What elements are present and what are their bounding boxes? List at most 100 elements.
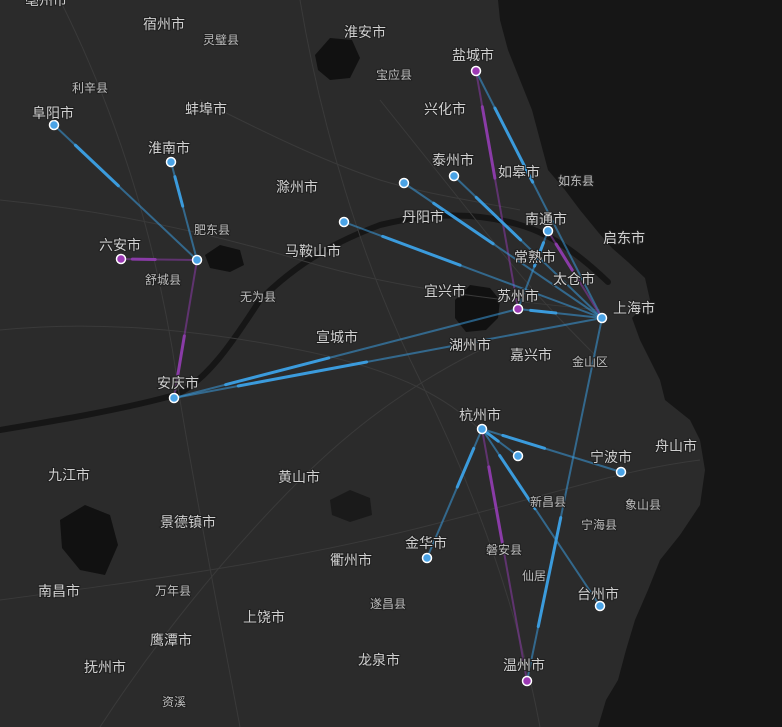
place-label-qidong: 启东市	[603, 230, 645, 247]
place-label-wenzhou: 温州市	[503, 657, 545, 674]
place-label-suzhou_ah: 宿州市	[143, 16, 185, 33]
place-yancheng: 盐城市	[451, 46, 495, 65]
place-suzhou_ah: 宿州市	[142, 15, 186, 34]
place-bozhou: 亳州市	[24, 0, 68, 10]
place-jiujiang: 九江市	[47, 466, 91, 485]
node-hefei[interactable]	[191, 254, 203, 266]
place-wannian: 万年县	[154, 583, 192, 599]
node-yancheng[interactable]	[470, 65, 482, 77]
place-jingdezhen: 景德镇市	[159, 513, 217, 532]
place-label-feidong: 肥东县	[194, 223, 230, 237]
place-label-zhoushan: 舟山市	[655, 438, 697, 455]
place-label-maanshan: 马鞍山市	[285, 243, 341, 260]
place-xuancheng: 宣城市	[315, 328, 359, 347]
place-label-rugao: 如皋市	[498, 164, 540, 181]
node-nanjing[interactable]	[338, 216, 350, 228]
place-label-nantong: 南通市	[525, 211, 567, 228]
node-suzhou[interactable]	[512, 303, 524, 315]
place-label-xianju: 仙居	[522, 569, 546, 583]
place-hangzhou: 杭州市	[458, 406, 502, 425]
place-label-xinghua: 兴化市	[424, 101, 466, 118]
place-taicang: 太仓市	[552, 270, 596, 289]
place-label-jiaxing: 嘉兴市	[510, 347, 552, 364]
node-jinhua[interactable]	[421, 552, 433, 564]
node-taizhou[interactable]	[448, 170, 460, 182]
place-label-jinhua: 金华市	[405, 535, 447, 552]
place-shangrao: 上饶市	[242, 608, 286, 627]
place-label-yingtan: 鹰潭市	[150, 632, 192, 649]
place-label-shangrao: 上饶市	[243, 609, 285, 626]
place-label-longquan: 龙泉市	[358, 652, 400, 669]
place-label-ningbo: 宁波市	[590, 449, 632, 466]
place-yingtan: 鹰潭市	[149, 631, 193, 650]
place-label-huaian: 淮安市	[344, 24, 386, 41]
node-huainan[interactable]	[165, 156, 177, 168]
place-baoying: 宝应县	[375, 66, 413, 83]
place-label-taicang: 太仓市	[553, 271, 595, 288]
place-fuzhou_jx: 抚州市	[83, 658, 127, 677]
place-label-bozhou: 亳州市	[25, 0, 67, 9]
place-rugao: 如皋市	[497, 163, 541, 182]
place-quzhou: 衢州市	[329, 551, 373, 570]
place-feidong: 肥东县	[193, 222, 231, 238]
place-yixing: 宜兴市	[423, 282, 467, 301]
node-wenzhou[interactable]	[521, 675, 533, 687]
place-label-shucheng: 舒城县	[145, 273, 181, 287]
place-label-huzhou: 湖州市	[449, 337, 491, 354]
place-ningbo: 宁波市	[589, 448, 633, 467]
place-label-danyang: 丹阳市	[402, 209, 444, 226]
place-lixin: 利辛县	[71, 80, 109, 96]
place-xinghua: 兴化市	[423, 100, 467, 119]
place-label-jinshan: 金山区	[572, 354, 608, 369]
place-label-fuzhou_jx: 抚州市	[84, 659, 126, 676]
place-anqing: 安庆市	[156, 374, 200, 393]
place-maanshan: 马鞍山市	[284, 242, 342, 261]
place-label-yancheng: 盐城市	[452, 47, 494, 64]
place-jinshan: 金山区	[571, 353, 609, 370]
map-canvas[interactable]: 亳州市宿州市灵璧县 淮安市盐城市宝应县利辛县阜阳市 蚌埠市 兴化市淮南市泰州市如皋市如…	[0, 0, 782, 727]
basemap	[0, 0, 782, 727]
place-label-taizhou_zj: 台州市	[577, 586, 619, 603]
place-label-ninghai: 宁海县	[581, 517, 617, 532]
place-taizhou_zj: 台州市	[576, 585, 620, 604]
node-anqing[interactable]	[168, 392, 180, 404]
place-huainan: 淮南市	[147, 139, 191, 158]
place-fuyang: 阜阳市	[31, 104, 75, 123]
place-bengbu: 蚌埠市	[184, 100, 228, 119]
place-xianju: 仙居	[521, 568, 547, 584]
place-jinhua: 金华市	[404, 534, 448, 553]
place-wenzhou: 温州市	[502, 656, 546, 675]
place-label-lingbi: 灵璧县	[203, 32, 239, 47]
place-taizhou_js: 泰州市	[431, 151, 475, 170]
place-label-chuzhou: 滁州市	[276, 179, 318, 196]
place-label-nanchang: 南昌市	[38, 583, 80, 600]
place-zhoushan: 舟山市	[654, 437, 698, 456]
place-lingbi: 灵璧县	[202, 31, 240, 48]
node-hangzhou[interactable]	[476, 423, 488, 435]
place-suzhou_js: 苏州市	[496, 287, 540, 306]
place-nanchang: 南昌市	[37, 582, 81, 601]
place-wuwei: 无为县	[239, 289, 277, 305]
place-jiaxing: 嘉兴市	[509, 346, 553, 365]
node-luan[interactable]	[115, 253, 127, 265]
node-ningbo[interactable]	[615, 466, 627, 478]
place-label-changshu: 常熟市	[514, 249, 556, 266]
map-view[interactable]: 亳州市 宿州市 灵璧县 淮安市 盐城市 宝应县 利辛县 阜阳市 蚌埠市 兴化市 淮南市 泰州市 如皋市如…	[0, 0, 782, 727]
place-label-bengbu: 蚌埠市	[185, 101, 227, 118]
place-panan: 磐安县	[485, 541, 523, 558]
place-luan: 六安市	[98, 236, 142, 255]
place-label-panan: 磐安县	[486, 542, 522, 557]
node-yangzhou[interactable]	[398, 177, 410, 189]
node-shaoxing[interactable]	[512, 450, 524, 462]
place-label-quzhou: 衢州市	[330, 552, 372, 569]
place-label-wuwei: 无为县	[240, 290, 276, 304]
place-label-suzhou_js: 苏州市	[497, 288, 539, 305]
place-chuzhou: 滁州市	[275, 178, 319, 197]
place-label-jiujiang: 九江市	[48, 467, 90, 484]
place-label-yixing: 宜兴市	[424, 283, 466, 300]
place-label-shanghai: 上海市	[613, 300, 655, 317]
node-shanghai[interactable]	[596, 312, 608, 324]
place-danyang: 丹阳市	[401, 208, 445, 227]
place-label-luan: 六安市	[99, 237, 141, 254]
place-xinchang: 新昌县	[529, 493, 567, 510]
